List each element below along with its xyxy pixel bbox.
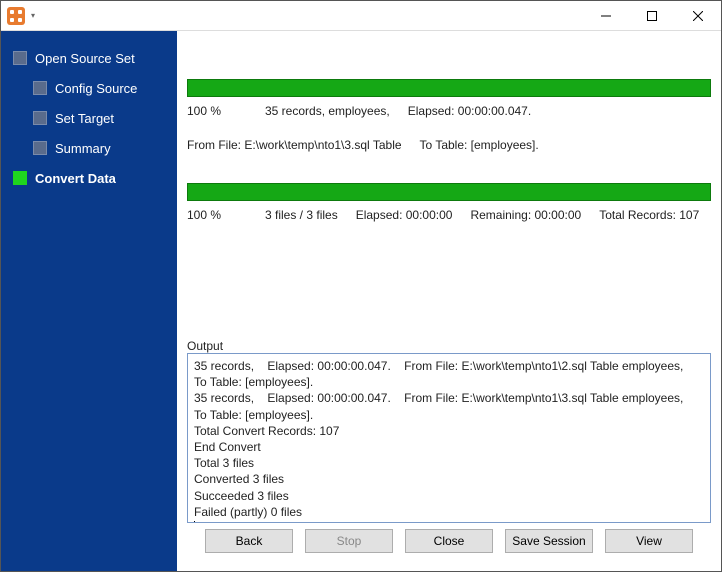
app-icon <box>7 7 25 25</box>
back-button[interactable]: Back <box>205 529 293 553</box>
view-button[interactable]: View <box>605 529 693 553</box>
stop-button[interactable]: Stop <box>305 529 393 553</box>
step-convert-data[interactable]: Convert Data <box>1 163 177 193</box>
step-box-icon <box>13 171 27 185</box>
step-label: Config Source <box>55 81 137 96</box>
step-box-icon <box>33 81 47 95</box>
overall-progress-info: 100 % 3 files / 3 files Elapsed: 00:00:0… <box>187 207 711 223</box>
file-progress-percent: 100 % <box>187 103 247 119</box>
step-set-target[interactable]: Set Target <box>1 103 177 133</box>
app-window: ▾ Open Source Set Config Source <box>0 0 722 572</box>
overall-progress-bar <box>187 183 711 201</box>
overall-progress-total: Total Records: 107 <box>599 207 699 223</box>
body-area: Open Source Set Config Source Set Target… <box>1 31 721 571</box>
step-label: Convert Data <box>35 171 116 186</box>
window-controls <box>583 1 721 30</box>
file-progress-block: 100 % 35 records, employees, Elapsed: 00… <box>187 79 711 153</box>
step-box-icon <box>33 111 47 125</box>
file-progress-info: 100 % 35 records, employees, Elapsed: 00… <box>187 103 711 153</box>
file-progress-bar <box>187 79 711 97</box>
overall-progress-remaining: Remaining: 00:00:00 <box>470 207 581 223</box>
overall-progress-elapsed: Elapsed: 00:00:00 <box>356 207 453 223</box>
titlebar: ▾ <box>1 1 721 31</box>
step-label: Summary <box>55 141 111 156</box>
close-button[interactable]: Close <box>405 529 493 553</box>
window-close-button[interactable] <box>675 1 721 30</box>
step-box-icon <box>13 51 27 65</box>
output-textarea[interactable]: 35 records, Elapsed: 00:00:00.047. From … <box>187 353 711 523</box>
output-label: Output <box>187 339 711 353</box>
file-progress-from: From File: E:\work\temp\nto1\3.sql Table <box>187 137 402 153</box>
step-label: Open Source Set <box>35 51 135 66</box>
file-progress-to: To Table: [employees]. <box>420 137 539 153</box>
spacer <box>187 224 711 239</box>
step-label: Set Target <box>55 111 114 126</box>
step-open-source-set[interactable]: Open Source Set <box>1 43 177 73</box>
maximize-button[interactable] <box>629 1 675 30</box>
step-summary[interactable]: Summary <box>1 133 177 163</box>
step-box-icon <box>33 141 47 155</box>
wizard-sidebar: Open Source Set Config Source Set Target… <box>1 31 177 571</box>
overall-progress-percent: 100 % <box>187 207 247 223</box>
overall-progress-block: 100 % 3 files / 3 files Elapsed: 00:00:0… <box>187 183 711 223</box>
button-row: Back Stop Close Save Session View <box>187 523 711 563</box>
step-config-source[interactable]: Config Source <box>1 73 177 103</box>
overall-progress-files: 3 files / 3 files <box>265 207 338 223</box>
file-progress-detail: 35 records, employees, <box>265 103 390 119</box>
main-panel: 100 % 35 records, employees, Elapsed: 00… <box>177 31 721 571</box>
title-dropdown-caret[interactable]: ▾ <box>29 1 37 31</box>
titlebar-left: ▾ <box>1 1 37 31</box>
file-progress-elapsed: Elapsed: 00:00:00.047. <box>408 103 531 119</box>
minimize-button[interactable] <box>583 1 629 30</box>
save-session-button[interactable]: Save Session <box>505 529 593 553</box>
